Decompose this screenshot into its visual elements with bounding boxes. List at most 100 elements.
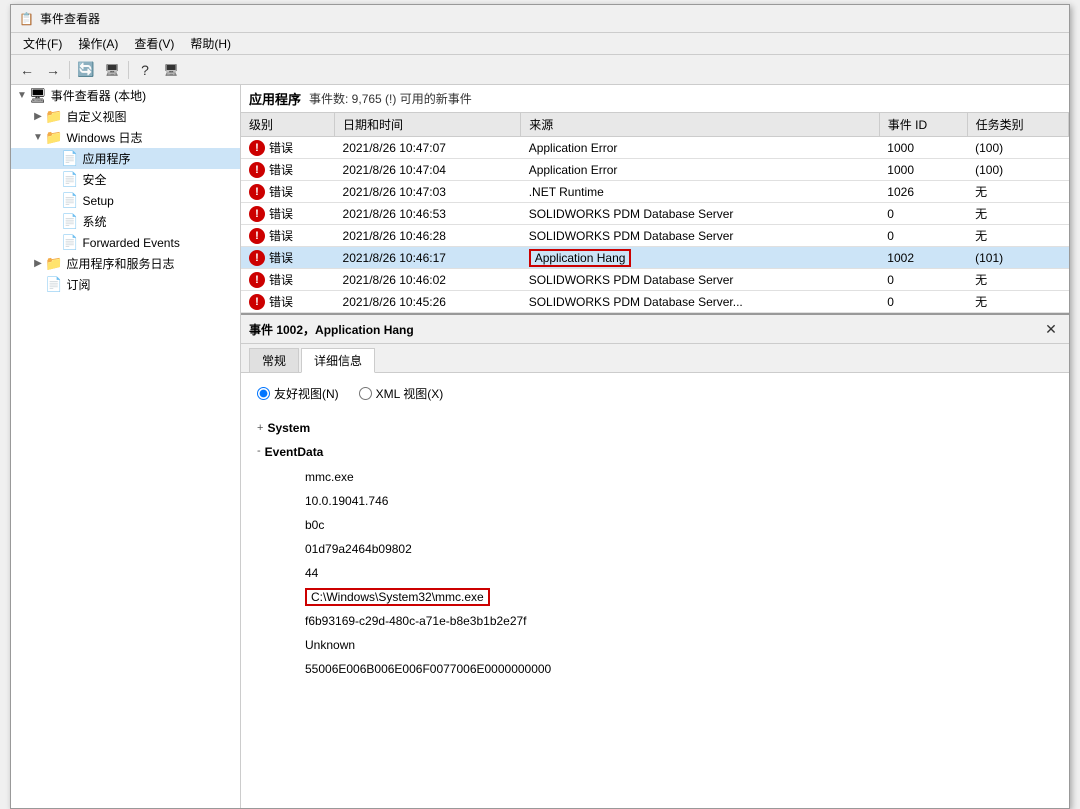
sidebar-item-setup[interactable]: 📄 Setup (11, 190, 240, 211)
system-label: System (267, 418, 310, 440)
close-button[interactable]: ✕ (1041, 319, 1061, 339)
sidebar-item-application[interactable]: 📄 应用程序 (11, 148, 240, 169)
radio-friendly[interactable]: 友好视图(N) (257, 385, 339, 402)
toggle-custom: ▶ (31, 111, 45, 122)
col-datetime[interactable]: 日期和时间 (335, 113, 521, 137)
cell-datetime: 2021/8/26 10:47:03 (335, 181, 521, 203)
sidebar-item-customviews[interactable]: ▶ 📁 自定义视图 (11, 106, 240, 127)
toggle-subs (31, 279, 45, 290)
forward-button[interactable]: → (41, 59, 65, 81)
menu-action[interactable]: 操作(A) (70, 33, 126, 54)
cell-task: 无 (967, 291, 1068, 313)
highlighted-source: Application Hang (529, 249, 632, 267)
subscriptions-icon: 📄 (45, 276, 62, 293)
table-row[interactable]: !错误2021/8/26 10:45:26SOLIDWORKS PDM Data… (241, 291, 1069, 313)
folder-custom-icon: 📁 (45, 108, 62, 125)
cell-eventid: 0 (879, 203, 967, 225)
eventdata-toggle[interactable]: - (257, 442, 261, 462)
back-button[interactable]: ← (15, 59, 39, 81)
eventdata-value-item: 55006E006B006E006F0077006E0000000000 (305, 657, 1053, 681)
sidebar-label-setup: Setup (82, 194, 113, 208)
main-layout: ▼ 🖥 事件查看器 (本地) ▶ 📁 自定义视图 ▼ 📁 Windows 日志 … (11, 85, 1069, 808)
toggle-appservices: ▶ (31, 258, 45, 269)
properties-button[interactable]: 🖥 (159, 59, 183, 81)
radio-xml[interactable]: XML 视图(X) (359, 385, 444, 402)
system-toggle[interactable]: + (257, 419, 263, 439)
help-button[interactable]: ? (133, 59, 157, 81)
tab-general[interactable]: 常规 (249, 348, 299, 372)
toggle-winlogs: ▼ (31, 132, 45, 143)
right-panel: 应用程序 事件数: 9,765 (!) 可用的新事件 级别 日期和时间 来源 事… (241, 85, 1069, 808)
table-row[interactable]: !错误2021/8/26 10:46:02SOLIDWORKS PDM Data… (241, 269, 1069, 291)
system-section: + System (257, 418, 1053, 440)
sidebar-label-winlogs: Windows 日志 (66, 129, 142, 146)
radio-friendly-label: 友好视图(N) (274, 385, 339, 402)
toolbar-separator-1 (69, 61, 70, 79)
sidebar-item-winlogs[interactable]: ▼ 📁 Windows 日志 (11, 127, 240, 148)
sidebar-item-security[interactable]: 📄 安全 (11, 169, 240, 190)
sidebar: ▼ 🖥 事件查看器 (本地) ▶ 📁 自定义视图 ▼ 📁 Windows 日志 … (11, 85, 241, 808)
sidebar-label-subscriptions: 订阅 (66, 276, 90, 293)
window-title: 事件查看器 (40, 10, 100, 27)
col-level[interactable]: 级别 (241, 113, 335, 137)
detail-panel: 事件 1002，Application Hang ✕ 常规 详细信息 友好视图(… (241, 315, 1069, 808)
table-row[interactable]: !错误2021/8/26 10:46:28SOLIDWORKS PDM Data… (241, 225, 1069, 247)
cell-datetime: 2021/8/26 10:46:17 (335, 247, 521, 269)
sidebar-item-appservices[interactable]: ▶ 📁 应用程序和服务日志 (11, 253, 240, 274)
col-eventid[interactable]: 事件 ID (879, 113, 967, 137)
menu-view[interactable]: 查看(V) (126, 33, 182, 54)
app-window: 📋 事件查看器 文件(F) 操作(A) 查看(V) 帮助(H) ← → 🔄 🖥 … (10, 4, 1070, 809)
eventdata-value-item: f6b93169-c29d-480c-a71e-b8e3b1b2e27f (305, 609, 1053, 633)
col-task[interactable]: 任务类别 (967, 113, 1068, 137)
sidebar-item-root[interactable]: ▼ 🖥 事件查看器 (本地) (11, 85, 240, 106)
cell-level: !错误 (241, 203, 335, 225)
radio-xml-label: XML 视图(X) (376, 385, 444, 402)
sidebar-item-subscriptions[interactable]: 📄 订阅 (11, 274, 240, 295)
cell-task: 无 (967, 203, 1068, 225)
toolbar-separator-2 (128, 61, 129, 79)
table-row[interactable]: !错误2021/8/26 10:47:03.NET Runtime1026无 (241, 181, 1069, 203)
detail-header: 事件 1002，Application Hang ✕ (241, 315, 1069, 344)
cell-source: .NET Runtime (521, 181, 880, 203)
sidebar-item-system[interactable]: 📄 系统 (11, 211, 240, 232)
error-badge: ! (249, 294, 265, 310)
folder-appservices-icon: 📁 (45, 255, 62, 272)
table-row[interactable]: !错误2021/8/26 10:47:04Application Error10… (241, 159, 1069, 181)
toggle-app (47, 153, 61, 164)
cell-eventid: 1000 (879, 137, 967, 159)
sidebar-label-appservices: 应用程序和服务日志 (66, 255, 174, 272)
eventdata-value-item: Unknown (305, 633, 1053, 657)
cell-eventid: 0 (879, 269, 967, 291)
eventdata-value-item: b0c (305, 513, 1053, 537)
security-log-icon: 📄 (61, 171, 78, 188)
menu-help[interactable]: 帮助(H) (182, 33, 239, 54)
forwarded-log-icon: 📄 (61, 234, 78, 251)
table-row[interactable]: !错误2021/8/26 10:46:17Application Hang100… (241, 247, 1069, 269)
error-badge: ! (249, 162, 265, 178)
sidebar-label-root: 事件查看器 (本地) (51, 87, 146, 104)
cell-task: (100) (967, 159, 1068, 181)
event-list-count: 事件数: 9,765 (!) 可用的新事件 (309, 90, 472, 107)
cell-datetime: 2021/8/26 10:46:02 (335, 269, 521, 291)
refresh-button[interactable]: 🔄 (74, 59, 98, 81)
xml-tree: + System - EventData mmc.exe10.0.19041.7… (257, 418, 1053, 681)
col-source[interactable]: 来源 (521, 113, 880, 137)
radio-friendly-input[interactable] (257, 387, 270, 400)
table-row[interactable]: !错误2021/8/26 10:47:07Application Error10… (241, 137, 1069, 159)
cell-datetime: 2021/8/26 10:45:26 (335, 291, 521, 313)
cell-eventid: 1000 (879, 159, 967, 181)
tab-details[interactable]: 详细信息 (301, 348, 375, 373)
cell-datetime: 2021/8/26 10:46:53 (335, 203, 521, 225)
sidebar-item-forwarded[interactable]: 📄 Forwarded Events (11, 232, 240, 253)
table-row[interactable]: !错误2021/8/26 10:46:53SOLIDWORKS PDM Data… (241, 203, 1069, 225)
menu-bar: 文件(F) 操作(A) 查看(V) 帮助(H) (11, 33, 1069, 55)
sidebar-label-custom: 自定义视图 (66, 108, 126, 125)
menu-file[interactable]: 文件(F) (15, 33, 70, 54)
error-badge: ! (249, 272, 265, 288)
root-icon: 🖥 (29, 87, 47, 104)
radio-xml-input[interactable] (359, 387, 372, 400)
view-button[interactable]: 🖥 (100, 59, 124, 81)
eventdata-value-item: 44 (305, 561, 1053, 585)
cell-datetime: 2021/8/26 10:47:04 (335, 159, 521, 181)
eventdata-section: - EventData (257, 442, 1053, 464)
